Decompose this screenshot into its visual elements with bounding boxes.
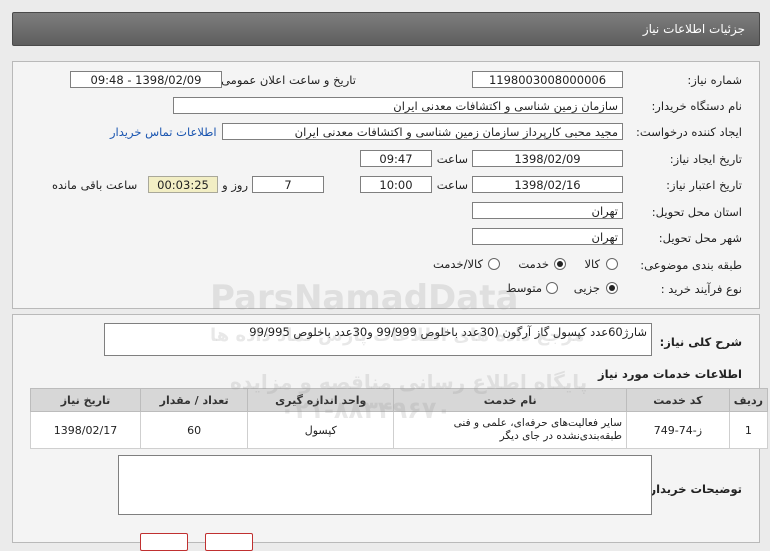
services-table: ردیف کد خدمت نام خدمت واحد اندازه گیری ت… [29,388,769,449]
cell-service-code: ز-74-749 [626,411,730,449]
buyer-org-field: سازمان زمین شناسی و اکتشافات معدنی ایران [173,97,623,114]
valid-date-label: تاریخ اعتبار نیاز: [666,178,742,192]
page-header: جزئیات اطلاعات نیاز [12,12,760,46]
process-minor-radio[interactable] [606,282,618,294]
province-label: استان محل تحویل: [651,205,742,219]
page-title: جزئیات اطلاعات نیاز [642,22,745,36]
header-quantity: تعداد / مقدار [140,388,249,412]
buyer-notes-label: توضیحات خریدار: [644,482,742,496]
header-need-date: تاریخ نیاز [29,388,142,412]
description-label: شرح کلی نیاز: [659,335,742,349]
cell-need-date: 1398/02/17 [29,411,142,449]
remaining-days-field: 7 [252,176,324,193]
province-field: تهران [472,202,623,219]
contact-buyer-link[interactable]: اطلاعات تماس خریدار [110,125,217,139]
created-time-field: 09:47 [360,150,432,167]
announce-field: 1398/02/09 - 09:48 [70,71,222,88]
description-field: شارژ60عدد کپسول گاز آرگون (30عدد باخلوص … [104,323,652,356]
created-time-label: ساعت [436,152,468,166]
buyer-notes-field [118,455,652,515]
requester-field: مجید محبی کارپرداز سازمان زمین شناسی و ا… [222,123,623,140]
remaining-time-field: 00:03:25 [148,176,218,193]
process-medium-label: متوسط [505,281,542,295]
category-goods-radio[interactable] [606,258,618,270]
table-row: 1 ز-74-749 سایر فعالیت‌های حرفه‌ای، علمی… [29,411,769,449]
category-label: طبقه بندی موضوعی: [640,258,742,272]
process-medium-radio[interactable] [546,282,558,294]
header-unit: واحد اندازه گیری [247,388,395,412]
created-date-field: 1398/02/09 [472,150,623,167]
services-title: اطلاعات خدمات مورد نیاز [598,367,742,381]
category-goods-service-label: کالا/خدمت [432,257,483,271]
city-label: شهر محل تحویل: [658,231,742,245]
header-row-number: ردیف [728,388,769,412]
category-goods-label: کالا [584,257,600,271]
valid-time-label: ساعت [436,178,468,192]
print-button[interactable] [140,533,188,551]
process-label: نوع فرآیند خرید : [660,282,742,296]
header-service-code: کد خدمت [626,388,730,412]
valid-date-field: 1398/02/16 [472,176,623,193]
services-table-header: ردیف کد خدمت نام خدمت واحد اندازه گیری ت… [29,388,769,412]
remaining-time-label: ساعت باقی مانده [52,178,138,192]
requester-label: ایجاد کننده درخواست: [636,125,742,139]
need-number-field: 1198003008000006 [472,71,623,88]
buyer-org-label: نام دستگاه خریدار: [651,99,742,113]
created-date-label: تاریخ ایجاد نیاز: [669,152,742,166]
valid-time-field: 10:00 [360,176,432,193]
header-service-name: نام خدمت [393,388,628,412]
back-button[interactable] [205,533,253,551]
days-label: روز و [222,178,248,192]
cell-quantity: 60 [140,411,249,449]
announce-label: تاریخ و ساعت اعلان عمومی: [217,73,356,87]
category-goods-service-radio[interactable] [488,258,500,270]
category-service-label: خدمت [518,257,549,271]
city-field: تهران [472,228,623,245]
cell-row-number: 1 [728,411,769,449]
category-service-radio[interactable] [554,258,566,270]
process-minor-label: جزیی [573,281,600,295]
need-number-label: شماره نیاز: [687,73,742,87]
cell-unit: کپسول [247,411,395,449]
cell-service-name: سایر فعالیت‌های حرفه‌ای، علمی و فنی طبقه… [393,411,628,449]
